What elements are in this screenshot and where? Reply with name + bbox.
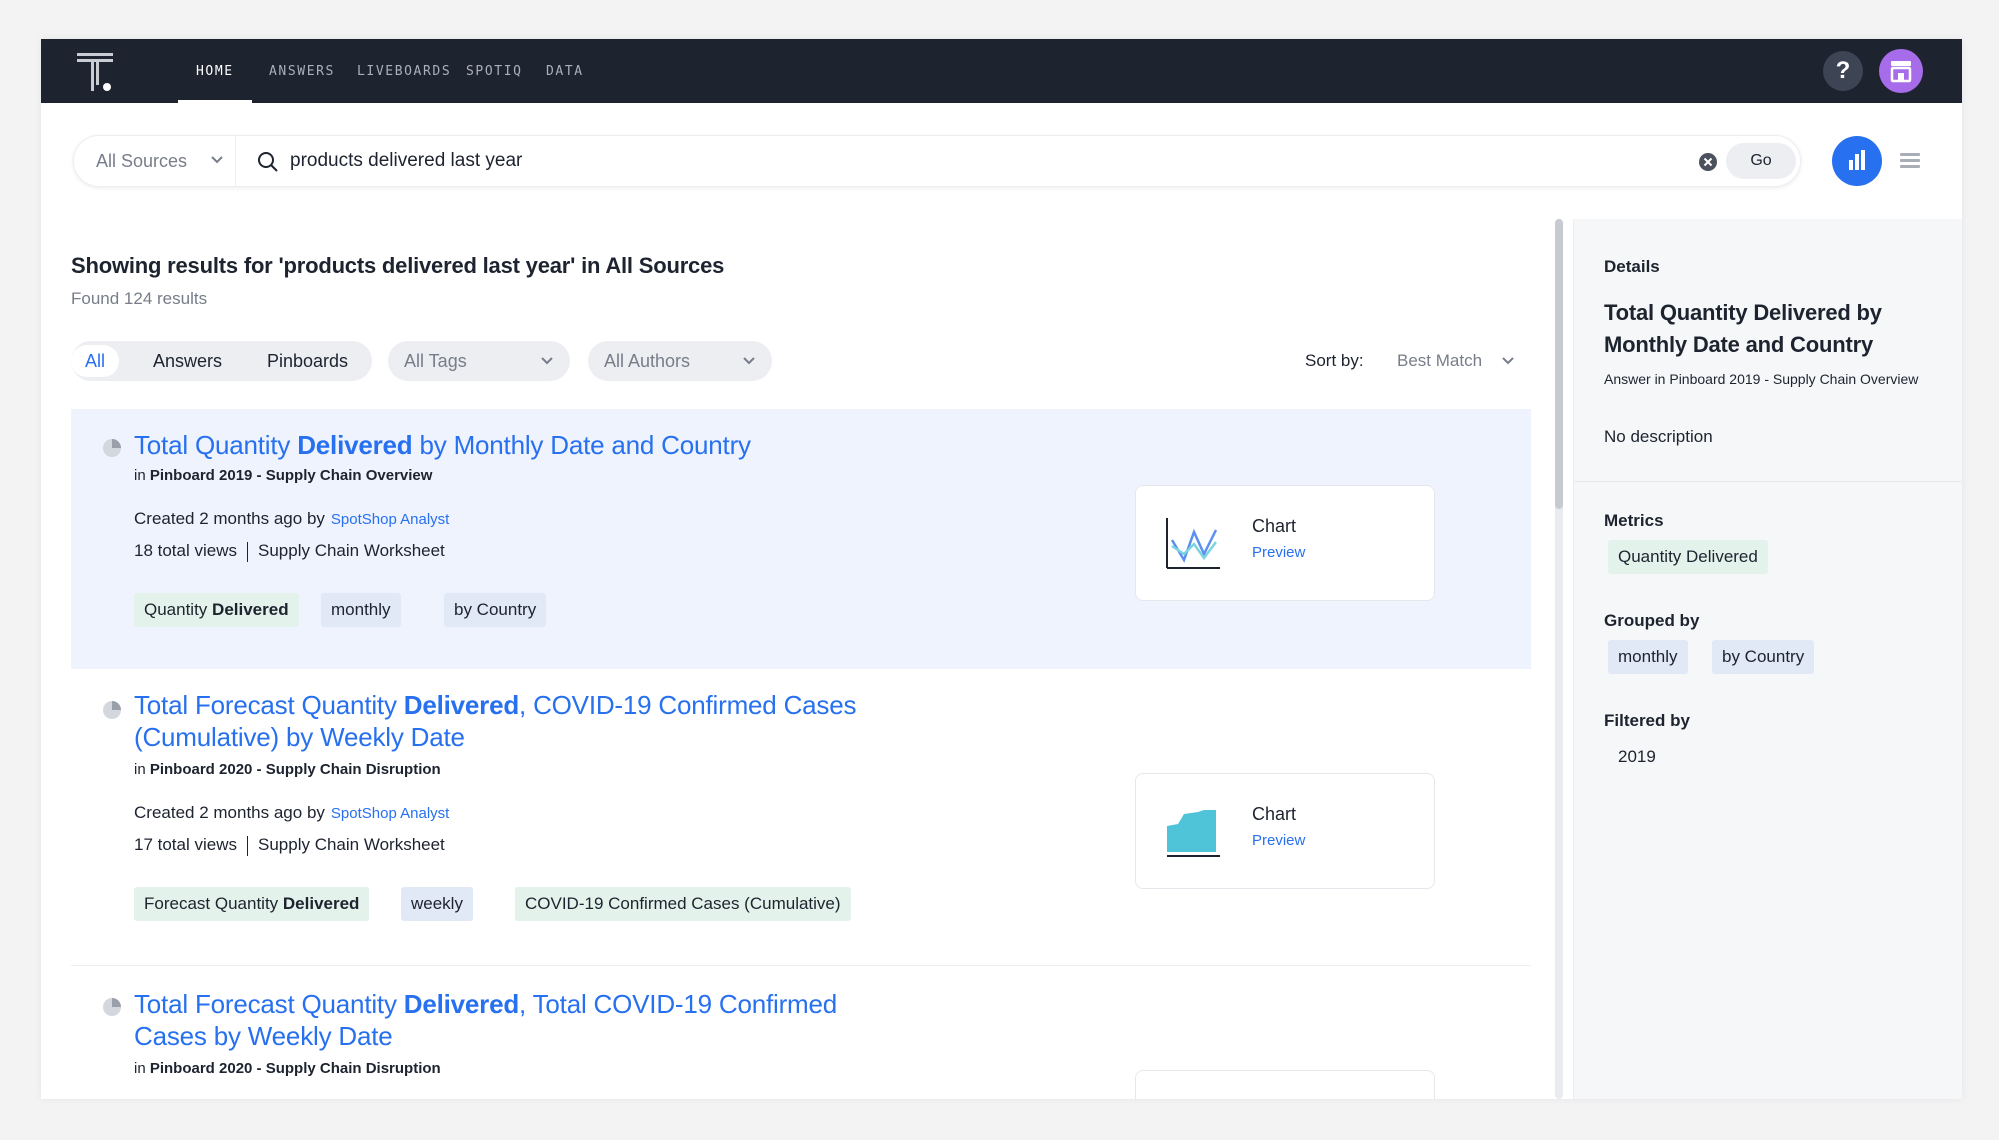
answer-icon (103, 998, 121, 1016)
tags-dropdown-label: All Tags (404, 351, 467, 371)
search-bar: All Sources Go (73, 135, 1801, 187)
authors-dropdown[interactable]: All Authors (588, 341, 772, 381)
nav-data[interactable]: DATA (546, 39, 584, 103)
result-tag-group: weekly (401, 887, 473, 921)
sort-dropdown[interactable]: Best Match (1377, 341, 1527, 381)
type-filter: All Answers Pinboards (71, 341, 372, 381)
type-filter-answers[interactable]: Answers (153, 345, 222, 377)
chart-preview-card[interactable] (1135, 1070, 1435, 1099)
chevron-down-icon (541, 357, 553, 365)
result-item[interactable]: Total Forecast Quantity Delivered, COVID… (71, 669, 1531, 965)
chevron-down-icon (211, 156, 223, 164)
user-avatar-button[interactable] (1879, 49, 1923, 93)
result-title[interactable]: Total Forecast Quantity Delivered, COVID… (134, 689, 856, 753)
result-pinboard: in Pinboard 2019 - Supply Chain Overview (134, 467, 433, 484)
answer-icon (103, 439, 121, 457)
result-tag-group: by Country (444, 593, 547, 627)
nav-spotiq[interactable]: SPOTIQ (466, 39, 523, 103)
details-label: Details (1604, 257, 1660, 276)
type-filter-pinboards[interactable]: Pinboards (267, 345, 348, 377)
details-subtitle: Answer in Pinboard 2019 - Supply Chain O… (1604, 371, 1919, 387)
nav-liveboards[interactable]: LIVEBOARDS (357, 39, 451, 103)
metrics-label: Metrics (1604, 511, 1664, 530)
result-pinboard: in Pinboard 2020 - Supply Chain Disrupti… (134, 1060, 441, 1077)
details-group-tag: monthly (1608, 640, 1688, 674)
clear-search-icon[interactable] (1698, 152, 1718, 172)
result-pinboard: in Pinboard 2020 - Supply Chain Disrupti… (134, 761, 441, 778)
details-title: Total Quantity Delivered by Monthly Date… (1604, 300, 1882, 357)
preview-link[interactable]: Preview (1252, 832, 1305, 849)
grouped-label: Grouped by (1604, 611, 1700, 630)
tags-dropdown[interactable]: All Tags (388, 341, 570, 381)
help-button[interactable]: ? (1823, 51, 1863, 91)
answer-icon (103, 701, 121, 719)
chart-view-button[interactable] (1832, 136, 1882, 186)
preview-type: Chart (1252, 516, 1297, 536)
result-tag-metric: Quantity Delivered (134, 593, 299, 627)
thoughtspot-logo-icon[interactable] (75, 51, 119, 93)
sort-dropdown-label: Best Match (1397, 351, 1483, 370)
result-item[interactable]: Total Forecast Quantity Delivered, Total… (71, 966, 1531, 1099)
store-icon (1890, 61, 1912, 83)
search-input[interactable] (290, 144, 1350, 178)
nav-home[interactable]: HOME (178, 39, 252, 103)
author-link[interactable]: SpotShop Analyst (331, 511, 449, 528)
authors-dropdown-label: All Authors (604, 351, 691, 371)
preview-type: Chart (1252, 804, 1297, 824)
result-item[interactable]: Total Quantity Delivered by Monthly Date… (71, 409, 1531, 669)
chevron-down-icon (743, 357, 755, 365)
sort-label: Sort by: (1305, 351, 1364, 370)
result-tag-metric: Forecast Quantity Delivered (134, 887, 370, 921)
details-description: No description (1604, 427, 1713, 446)
result-tag-group: monthly (321, 593, 401, 627)
results-scrollbar-thumb[interactable] (1555, 219, 1563, 509)
result-views: 17 total views Supply Chain Worksheet (134, 835, 445, 856)
type-filter-all[interactable]: All (71, 345, 120, 377)
search-icon (258, 152, 278, 172)
result-title[interactable]: Total Forecast Quantity Delivered, Total… (134, 988, 837, 1052)
results-count: Found 124 results (71, 289, 208, 308)
preview-link[interactable]: Preview (1252, 544, 1305, 561)
app-window: HOME ANSWERS LIVEBOARDS SPOTIQ DATA ? Al… (41, 39, 1962, 1099)
author-link[interactable]: SpotShop Analyst (331, 805, 449, 822)
details-group-tag: by Country (1712, 640, 1815, 674)
top-navigation: HOME ANSWERS LIVEBOARDS SPOTIQ DATA ? (41, 39, 1962, 103)
list-view-icon[interactable] (1896, 147, 1924, 175)
details-divider (1574, 481, 1962, 482)
results-title: Showing results for 'products delivered … (71, 253, 725, 278)
details-panel: Details Total Quantity Delivered by Mont… (1573, 219, 1962, 1099)
result-tag-metric: COVID-19 Confirmed Cases (Cumulative) (515, 887, 851, 921)
nav-answers[interactable]: ANSWERS (269, 39, 335, 103)
source-select[interactable]: All Sources (74, 136, 236, 186)
chevron-down-icon (1502, 357, 1514, 365)
result-title[interactable]: Total Quantity Delivered by Monthly Date… (134, 429, 751, 461)
details-metric-tag: Quantity Delivered (1608, 540, 1768, 574)
chart-preview-card[interactable]: Chart Preview (1135, 485, 1435, 601)
result-created: Created 2 months ago by SpotShop Analyst (134, 803, 450, 822)
results-area: Showing results for 'products delivered … (41, 219, 1561, 1099)
line-chart-thumbnail-icon (1166, 518, 1220, 569)
source-select-label: All Sources (96, 151, 188, 171)
chart-preview-card[interactable]: Chart Preview (1135, 773, 1435, 889)
go-button[interactable]: Go (1726, 143, 1796, 179)
area-chart-thumbnail-icon (1167, 810, 1220, 857)
filtered-label: Filtered by (1604, 711, 1690, 730)
details-filter-tag: 2019 (1618, 747, 1656, 766)
result-views: 18 total views Supply Chain Worksheet (134, 541, 445, 562)
bar-chart-icon (1849, 150, 1865, 170)
result-created: Created 2 months ago by SpotShop Analyst (134, 509, 450, 528)
